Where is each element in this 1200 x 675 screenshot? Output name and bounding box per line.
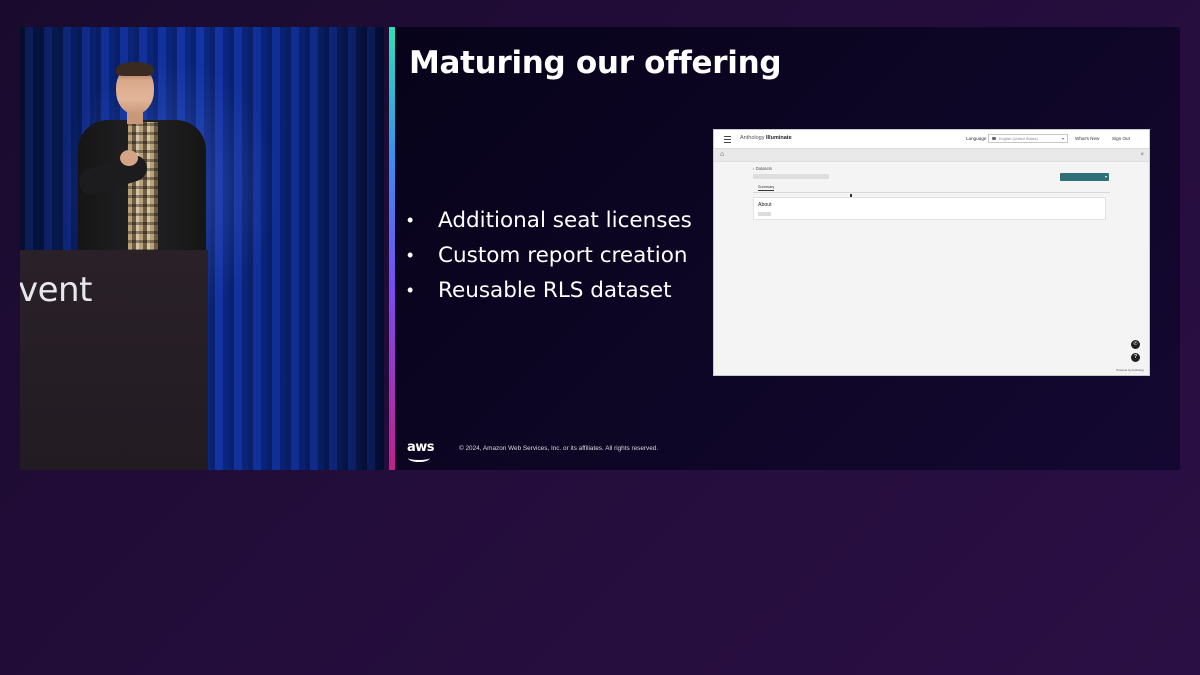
language-value: English (United States)	[999, 136, 1038, 141]
home-icon[interactable]: ⌂	[720, 151, 724, 159]
card-placeholder	[758, 212, 771, 216]
actions-button[interactable]: ▾	[1060, 173, 1109, 181]
bullet-text: Custom report creation	[438, 243, 688, 268]
speaker	[56, 62, 216, 256]
chevron-down-icon: ▾	[1104, 174, 1107, 179]
aws-logo: aws	[407, 440, 435, 455]
aws-smile-icon	[408, 454, 430, 462]
powered-by: Powered by Anthology	[1116, 368, 1144, 372]
speaker-shirt	[128, 122, 158, 252]
phone-icon[interactable]: ✆	[1131, 340, 1140, 349]
speaker-hair	[116, 62, 154, 76]
help-icon[interactable]: ?	[1131, 353, 1140, 362]
chevron-down-icon: ▾	[1061, 136, 1064, 141]
back-link-label: Datasets	[755, 166, 773, 171]
hamburger-icon[interactable]	[724, 136, 731, 143]
whats-new-link[interactable]: What's New	[1075, 136, 1099, 141]
slide-title: Maturing our offering	[409, 45, 782, 81]
app-header: Anthology Illuminate Language English (U…	[714, 130, 1149, 149]
globe-icon	[992, 137, 996, 140]
brand-name: Illuminate	[766, 135, 792, 141]
bullet-icon: •	[407, 245, 414, 265]
language-label: Language	[966, 136, 987, 141]
tab-divider	[753, 192, 1110, 193]
about-card: About	[753, 197, 1106, 220]
presentation-slide: Maturing our offering • Additional seat …	[389, 27, 1180, 470]
back-link[interactable]: ‹ Datasets	[753, 166, 772, 171]
speaker-hand	[120, 150, 138, 166]
tab-summary[interactable]: Summary	[758, 185, 775, 191]
bullet-text: Additional seat licenses	[438, 208, 692, 233]
bullet-icon: •	[407, 280, 414, 300]
language-select[interactable]: English (United States) ▾	[988, 134, 1068, 143]
app-content: ‹ Datasets ▾ Summary About ✆ ? Powered b…	[714, 162, 1149, 375]
app-subheader: ⌂ ×	[714, 149, 1149, 162]
bullet-icon: •	[407, 210, 414, 230]
dataset-name-placeholder	[753, 174, 829, 179]
sign-out-link[interactable]: Sign Out	[1112, 136, 1130, 141]
speaker-video: vent	[20, 27, 384, 470]
accent-bar	[389, 27, 395, 470]
brand-prefix: Anthology	[740, 135, 765, 141]
app-brand: Anthology Illuminate	[740, 135, 792, 141]
bullet-text: Reusable RLS dataset	[438, 278, 672, 303]
close-icon[interactable]: ×	[1140, 151, 1144, 159]
app-screenshot: Anthology Illuminate Language English (U…	[714, 130, 1149, 375]
copyright-text: © 2024, Amazon Web Services, Inc. or its…	[459, 445, 659, 452]
card-title: About	[758, 202, 772, 208]
podium-text: vent	[20, 270, 92, 310]
